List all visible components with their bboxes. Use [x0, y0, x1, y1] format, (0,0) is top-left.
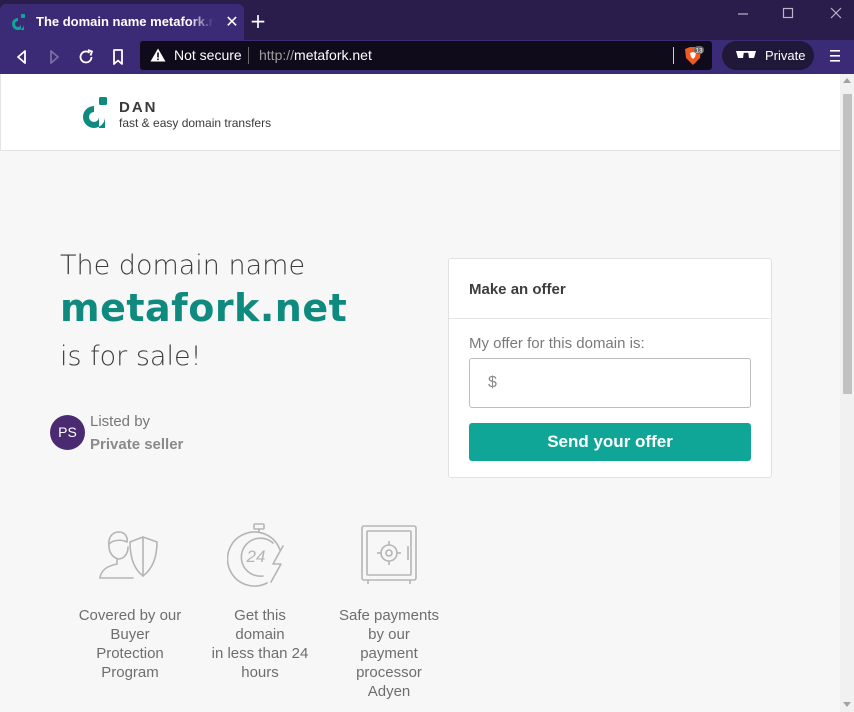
scroll-thumb[interactable] [843, 94, 852, 394]
bookmark-icon[interactable] [107, 46, 129, 68]
forward-icon[interactable] [43, 46, 65, 68]
url-scheme: http:// [259, 47, 295, 63]
send-offer-button[interactable]: Send your offer [469, 423, 751, 461]
offer-divider [449, 318, 771, 319]
url-host: metafork.net [294, 47, 372, 63]
reload-icon[interactable] [75, 46, 97, 68]
logo-tagline: fast & easy domain transfers [119, 116, 272, 130]
url-bar[interactable]: Not secure http://metafork.net 13 [140, 41, 712, 70]
hamburger-menu-icon[interactable] [826, 47, 844, 65]
site-header: DAN fast & easy domain transfers [0, 74, 840, 151]
headline-intro: The domain name [60, 250, 306, 281]
new-tab-button[interactable]: + [248, 10, 268, 32]
private-window-badge[interactable]: Private [722, 41, 814, 70]
feature-text: Safe payments by our payment processor A… [338, 607, 440, 700]
url-text[interactable]: http://metafork.net [259, 47, 372, 63]
headline-for-sale: is for sale! [60, 341, 202, 372]
dan-logo-icon[interactable] [78, 96, 112, 130]
page-content: DAN fast & easy domain transfers The dom… [0, 74, 840, 712]
offer-amount-input[interactable]: $ [469, 358, 751, 408]
dan-favicon-icon [12, 14, 25, 30]
feature-text: Covered by our Buyer Protection Program [78, 607, 182, 681]
logo-name[interactable]: DAN [119, 99, 158, 116]
private-label: Private [765, 48, 806, 63]
scroll-down-arrow-icon[interactable] [843, 702, 851, 707]
currency-symbol: $ [488, 374, 497, 391]
seller-avatar: PS [50, 415, 85, 450]
safe-icon [361, 525, 417, 584]
shields-count: 13 [695, 48, 703, 55]
feature-text: Get this domain in less than 24 hours [211, 607, 309, 681]
offer-label: My offer for this domain is: [469, 335, 645, 352]
url-separator [248, 47, 249, 64]
browser-titlebar: The domain name metafork.net is for sale… [0, 0, 854, 40]
seller-name: Private seller [90, 436, 184, 453]
domain-name-heading: metafork.net [60, 286, 348, 330]
brave-shields-icon[interactable]: 13 [682, 45, 704, 67]
browser-tab[interactable]: The domain name metafork.net is for sale… [0, 4, 244, 40]
browser-toolbar: Not secure http://metafork.net 13 Privat… [0, 40, 854, 74]
scroll-up-arrow-icon[interactable] [843, 78, 851, 83]
not-secure-label[interactable]: Not secure [174, 47, 242, 63]
tab-close-icon[interactable]: ✕ [222, 12, 242, 32]
offer-card: Make an offer My offer for this domain i… [448, 258, 772, 478]
maximize-icon[interactable] [776, 4, 800, 24]
url-divider [673, 47, 674, 64]
warning-icon [150, 48, 166, 62]
offer-title: Make an offer [469, 281, 566, 298]
minimize-icon[interactable] [731, 4, 755, 24]
listed-by-label: Listed by [90, 413, 151, 430]
private-glasses-icon [736, 51, 756, 58]
24-hours-icon: 24 [227, 523, 284, 587]
tab-title: The domain name metafork.net is for sale [36, 14, 214, 29]
back-icon[interactable] [11, 46, 33, 68]
svg-text:24: 24 [246, 547, 266, 566]
page-scrollbar[interactable] [840, 74, 854, 712]
buyer-protection-icon [99, 531, 158, 579]
window-close-icon[interactable] [824, 4, 848, 24]
